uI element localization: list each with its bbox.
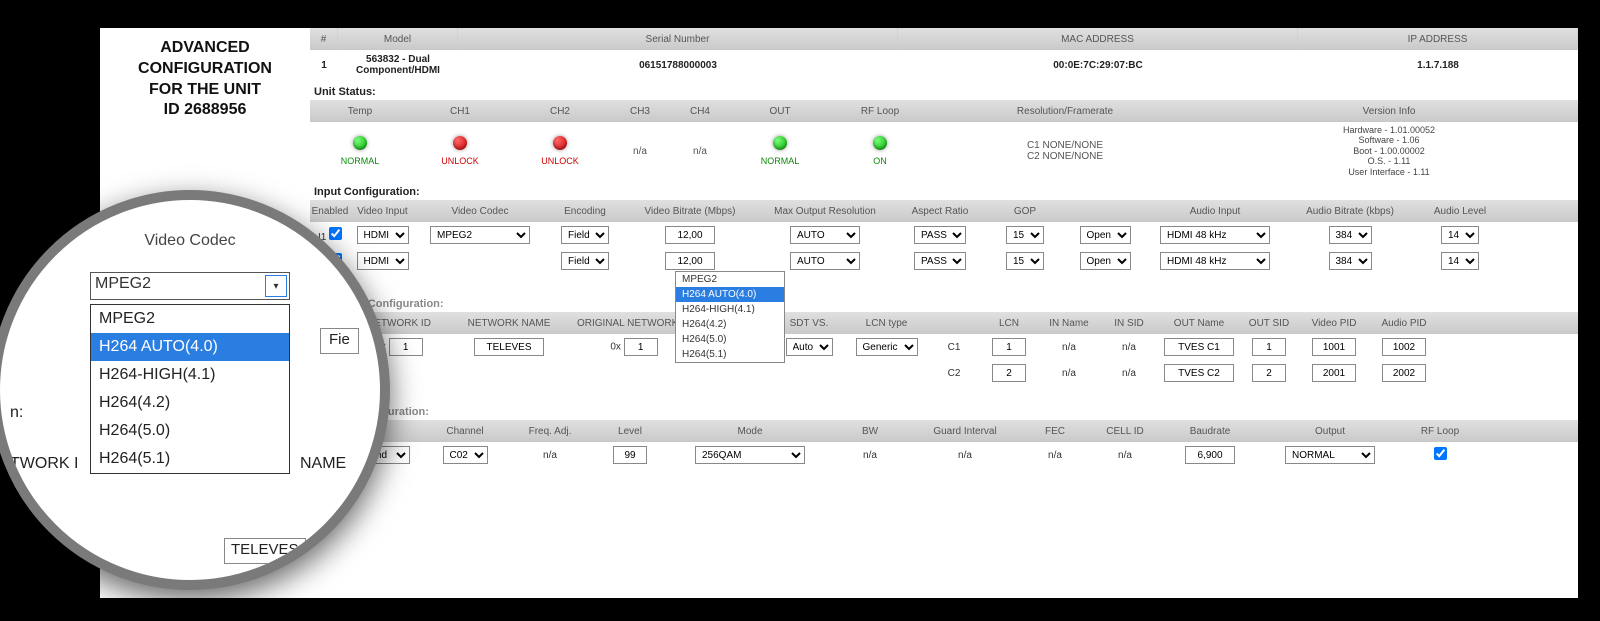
gop-n-select-2[interactable]: 15 <box>1006 252 1044 270</box>
gop-n-select-1[interactable]: 15 <box>1006 226 1044 244</box>
gop-type-select-1[interactable]: Open <box>1080 226 1131 244</box>
maxres-select-2[interactable]: AUTO <box>790 252 860 270</box>
encoding-select-1[interactable]: Field <box>561 226 609 244</box>
magnifier-dropdown[interactable]: MPEG2 H264 AUTO(4.0) H264-HIGH(4.1) H264… <box>90 304 290 474</box>
gop-type-select-2[interactable]: Open <box>1080 252 1131 270</box>
magnifier-fragment: TWORK I <box>10 455 78 473</box>
network-name-input[interactable] <box>474 338 544 356</box>
video-codec-dropdown-open[interactable]: MPEG2 H264 AUTO(4.0) H264-HIGH(4.1) H264… <box>675 271 785 363</box>
maxres-select-1[interactable]: AUTO <box>790 226 860 244</box>
mode-select[interactable]: 256QAM <box>695 446 805 464</box>
level-input[interactable] <box>613 446 647 464</box>
unit-header-row: # Model Serial Number MAC ADDRESS IP ADD… <box>310 28 1578 50</box>
codec-option[interactable]: H264-HIGH(4.1) <box>676 302 784 317</box>
led-out <box>773 136 787 150</box>
onid-input[interactable] <box>624 338 658 356</box>
magnifier-fragment: TELEVES <box>224 538 306 564</box>
baud-input[interactable] <box>1185 446 1235 464</box>
channel-select[interactable]: C02 <box>443 446 488 464</box>
codec-option[interactable]: H264(5.1) <box>91 445 289 473</box>
video-bitrate-input-2[interactable] <box>665 252 715 270</box>
video-bitrate-input-1[interactable] <box>665 226 715 244</box>
codec-option[interactable]: H264(4.2) <box>676 317 784 332</box>
status-headers: Temp CH1 CH2 CH3 CH4 OUT RF Loop Resolut… <box>310 100 1578 122</box>
led-rfloop <box>873 136 887 150</box>
codec-option[interactable]: H264(4.2) <box>91 389 289 417</box>
outsid-c2[interactable] <box>1252 364 1286 382</box>
audio-bitrate-select-1[interactable]: 384 <box>1329 226 1372 244</box>
aspect-select-2[interactable]: PASS <box>914 252 966 270</box>
encoding-select-2[interactable]: Field <box>561 252 609 270</box>
magnifier-select[interactable]: MPEG2 ▾ <box>90 272 290 300</box>
chevron-down-icon: ▾ <box>265 275 287 297</box>
magnifier-fragment: Fie <box>320 328 359 354</box>
video-codec-select-1[interactable]: MPEG2 <box>430 226 530 244</box>
unit-status-label: Unit Status: <box>310 80 1578 100</box>
output-select[interactable]: NORMAL <box>1285 446 1375 464</box>
lcn-c2[interactable] <box>992 364 1026 382</box>
input-headers: Enabled Video Input Video Codec Encoding… <box>310 200 1578 222</box>
outname-c1[interactable] <box>1164 338 1234 356</box>
output-row: CCIR N.Z.Ind C02 n/a 256QAM n/a n/a n/a … <box>310 442 1578 468</box>
codec-option[interactable]: H264-HIGH(4.1) <box>91 361 289 389</box>
codec-option[interactable]: MPEG2 <box>91 305 289 333</box>
aspect-select-1[interactable]: PASS <box>914 226 966 244</box>
network-id-input[interactable] <box>389 338 423 356</box>
input-row-2: I2 HDMI Field AUTO PASS 15 Open HDMI 48 … <box>310 248 1578 274</box>
magnifier-fragment: n: <box>10 404 23 422</box>
lcn-c1[interactable] <box>992 338 1026 356</box>
apid-c1[interactable] <box>1382 338 1426 356</box>
output-label: Output Configuration: <box>310 400 1578 420</box>
outsid-c1[interactable] <box>1252 338 1286 356</box>
transport-row-c2: C2 n/a n/a <box>310 360 1578 386</box>
status-values: NORMAL UNLOCK UNLOCK n/a n/a NORMAL ON C… <box>310 122 1578 180</box>
sidebar-title: ADVANCED CONFIGURATION FOR THE UNIT ID 2… <box>100 28 310 131</box>
codec-option[interactable]: H264 AUTO(4.0) <box>91 333 289 361</box>
magnifier-lens: Video Codec MPEG2 ▾ MPEG2 H264 AUTO(4.0)… <box>0 190 390 590</box>
vpid-c1[interactable] <box>1312 338 1356 356</box>
audio-input-select-1[interactable]: HDMI 48 kHz <box>1160 226 1270 244</box>
unit-data-row: 1 563832 - Dual Component/HDMI 061517880… <box>310 50 1578 80</box>
codec-option[interactable]: H264(5.1) <box>676 347 784 362</box>
codec-option[interactable]: H264 AUTO(4.0) <box>676 287 784 302</box>
codec-option[interactable]: MPEG2 <box>676 272 784 287</box>
magnifier-title: Video Codec <box>10 232 370 250</box>
transport-label: Transport Configuration: <box>310 292 1578 312</box>
led-ch1 <box>453 136 467 150</box>
audio-level-select-1[interactable]: 14 <box>1441 226 1479 244</box>
audio-input-select-2[interactable]: HDMI 48 kHz <box>1160 252 1270 270</box>
outname-c2[interactable] <box>1164 364 1234 382</box>
transport-headers: ID NETWORK ID NETWORK NAME ORIGINAL NETW… <box>310 312 1578 334</box>
magnifier-fragment: NAME <box>300 455 346 473</box>
codec-option[interactable]: H264(5.0) <box>676 332 784 347</box>
led-temp <box>353 136 367 150</box>
input-row-1: I1 HDMI MPEG2 Field AUTO PASS 15 Open HD… <box>310 222 1578 248</box>
codec-option[interactable]: H264(5.0) <box>91 417 289 445</box>
lcntype-select[interactable]: Generic <box>856 338 918 356</box>
apid-c2[interactable] <box>1382 364 1426 382</box>
rfloop-checkbox[interactable] <box>1434 447 1447 460</box>
sdt-select[interactable]: Auto <box>786 338 833 356</box>
transport-row-c1: 0x 0x Auto Auto Generic C1 n/a n/a <box>310 334 1578 360</box>
input-config-label: Input Configuration: <box>310 180 1578 200</box>
audio-bitrate-select-2[interactable]: 384 <box>1329 252 1372 270</box>
led-ch2 <box>553 136 567 150</box>
audio-level-select-2[interactable]: 14 <box>1441 252 1479 270</box>
output-headers: Table Channel Freq. Adj. Level Mode BW G… <box>310 420 1578 442</box>
vpid-c2[interactable] <box>1312 364 1356 382</box>
